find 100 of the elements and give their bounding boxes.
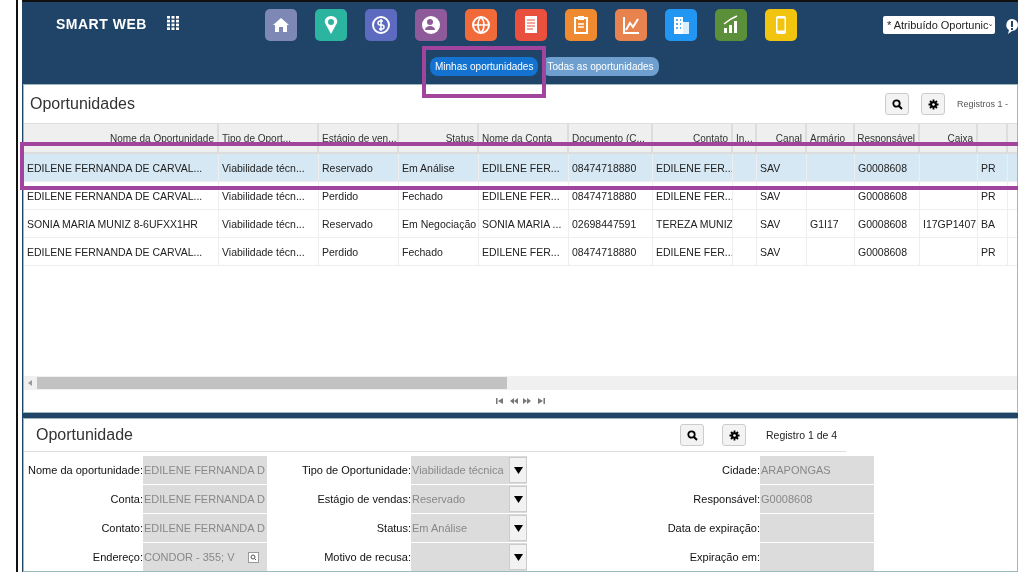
search-icon (891, 98, 903, 110)
search-button[interactable] (680, 424, 704, 446)
field-label: Responsável: (692, 492, 760, 507)
table-cell: 02698447591 (572, 217, 637, 230)
person-icon[interactable] (414, 9, 447, 41)
first-page-icon[interactable] (495, 397, 504, 405)
field-label: Endereço: (91, 550, 143, 565)
previous-page-icon[interactable] (509, 397, 518, 405)
scrollbar-thumb[interactable] (37, 377, 507, 389)
column-header[interactable]: Status (445, 132, 474, 144)
panel-title: Oportunidade (36, 426, 133, 444)
table-cell: EDILENE FERNANDA DE CARVAL... (27, 245, 203, 258)
dropdown-arrow-icon[interactable] (513, 553, 523, 561)
column-header[interactable]: Nome da Oportunidade (110, 132, 214, 144)
table-cell: SONIA MARIA ... (482, 217, 562, 230)
table-row[interactable]: EDILENE FERNANDA DE CARVAL... Viabilidade técn... Reservado Em Análise EDILENE FER... 08474718880 EDILENE FER... SAV G0008608 PR (24, 154, 1017, 183)
settings-button[interactable] (722, 424, 746, 446)
input-field[interactable] (760, 543, 874, 571)
table-cell: EDILENE FERNANDA DE CARVAL... (27, 189, 203, 202)
field-label: Expiração em: (688, 550, 760, 565)
table-cell: TEREZA MUNIZ (656, 217, 732, 230)
gear-icon (927, 98, 939, 110)
table-cell: EDILENE FER... (482, 245, 560, 258)
field-label: Nome da oportunidade: (27, 463, 143, 478)
speech-bubble-icon[interactable] (1005, 18, 1018, 34)
column-header[interactable]: Responsável (857, 132, 915, 144)
table-cell: 08474718880 (572, 245, 637, 258)
table-cell: SAV (760, 217, 781, 230)
gear-icon (728, 429, 740, 441)
table-cell: G0008608 (858, 217, 908, 230)
table-cell: Em Análise (402, 161, 455, 174)
table-cell: PR (981, 245, 996, 258)
table-cell: SAV (760, 189, 781, 202)
field-label: Motivo de recusa: (323, 550, 411, 565)
panel-title: Oportunidades (30, 95, 135, 114)
lookup-icon[interactable] (248, 551, 259, 563)
next-page-icon[interactable] (523, 397, 532, 405)
column-header[interactable]: Contato (692, 132, 728, 144)
dropdown-field[interactable] (411, 543, 527, 571)
table-row[interactable]: SONIA MARIA MUNIZ 8-6UFXX1HR Viabilidade técn... Reservado Em Negociação SONIA MARIA ... 02698447591 TEREZA MUNIZ SAV G1I17 G0008608 I17GP1407 BA (24, 210, 1017, 239)
clip-icon[interactable] (564, 9, 597, 41)
last-page-icon[interactable] (537, 397, 546, 405)
table-cell: SONIA MARIA MUNIZ 8-6UFXX1HR (27, 217, 198, 230)
column-header[interactable]: Estágio de ven... (322, 132, 397, 144)
table-cell: EDILENE FER... (656, 245, 732, 258)
table-cell: G0008608 (858, 189, 908, 202)
field-label: Data de expiração: (666, 521, 760, 536)
field-label: Contato: (100, 521, 143, 536)
table-cell: EDILENE FERNANDA DE CARVAL... (27, 161, 203, 174)
search-button[interactable] (885, 93, 909, 116)
column-header[interactable]: Canal (775, 132, 802, 144)
coin-icon[interactable] (364, 9, 397, 41)
table-cell: Em Negociação (402, 217, 477, 230)
globe-icon[interactable] (464, 9, 497, 41)
field-label: Tipo de Oportunidade: (300, 463, 411, 478)
table-cell: Viabilidade técn... (222, 245, 305, 258)
table-cell: EDILENE FER... (482, 189, 560, 202)
table-cell: EDILENE FER... (656, 189, 732, 202)
table-cell: BA (981, 217, 995, 230)
filter-select[interactable]: * Atribuído Oportunic (883, 16, 995, 34)
phone-icon[interactable] (764, 9, 797, 41)
field-label: Status: (375, 521, 411, 536)
table-row[interactable]: EDILENE FERNANDA DE CARVAL... Viabilidade técn... Perdido Fechado EDILENE FER... 08474718880 EDILENE FER... SAV G0008608 PR (24, 182, 1017, 211)
column-header[interactable]: Caixa (947, 132, 973, 144)
dropdown-arrow-icon[interactable] (513, 466, 523, 474)
column-header[interactable]: Tipo de Oport... (222, 132, 292, 144)
input-field[interactable] (760, 514, 874, 542)
column-header[interactable]: In... (736, 132, 753, 144)
table-cell: G0008608 (858, 245, 908, 258)
app-grid-icon[interactable] (166, 16, 179, 30)
table-cell: EDILENE FER... (482, 161, 560, 174)
table-row[interactable]: EDILENE FERNANDA DE CARVAL... Viabilidade técn... Perdido Fechado EDILENE FER... 08474718880 EDILENE FER... SAV G0008608 PR (24, 238, 1017, 267)
dropdown-arrow-icon[interactable] (513, 495, 523, 503)
table-cell: Fechado (402, 189, 443, 202)
brand-name: SMART WEB (56, 16, 147, 32)
building-icon[interactable] (664, 9, 697, 41)
bars-icon[interactable] (714, 9, 747, 41)
table-cell: Viabilidade técn... (222, 189, 305, 202)
dropdown-arrow-icon[interactable] (513, 524, 523, 532)
chart-icon[interactable] (614, 9, 647, 41)
table-cell: SAV (760, 161, 781, 174)
doc-icon[interactable] (514, 9, 547, 41)
pin-icon[interactable] (314, 9, 347, 41)
table-cell: Viabilidade técn... (222, 161, 305, 174)
column-header[interactable]: Armário (810, 132, 845, 144)
column-header[interactable]: Nome da Conta (482, 132, 553, 144)
table-cell: PR (981, 161, 996, 174)
record-count: Registro 1 de 4 (766, 429, 839, 441)
table-cell: EDILENE FER... (656, 161, 732, 174)
table-cell: Fechado (402, 245, 443, 258)
table-cell: G1I17 (810, 217, 839, 230)
tab[interactable]: Minhas oportunidades (430, 57, 539, 76)
field-label: Cidade: (721, 463, 760, 478)
table-cell: 08474718880 (572, 189, 637, 202)
table-cell: Perdido (322, 245, 359, 258)
settings-button[interactable] (921, 93, 945, 116)
field-label: Conta: (109, 492, 143, 507)
home-icon[interactable] (264, 9, 297, 41)
record-count: Registros 1 - (957, 99, 1010, 110)
table-cell: 08474718880 (572, 161, 637, 174)
